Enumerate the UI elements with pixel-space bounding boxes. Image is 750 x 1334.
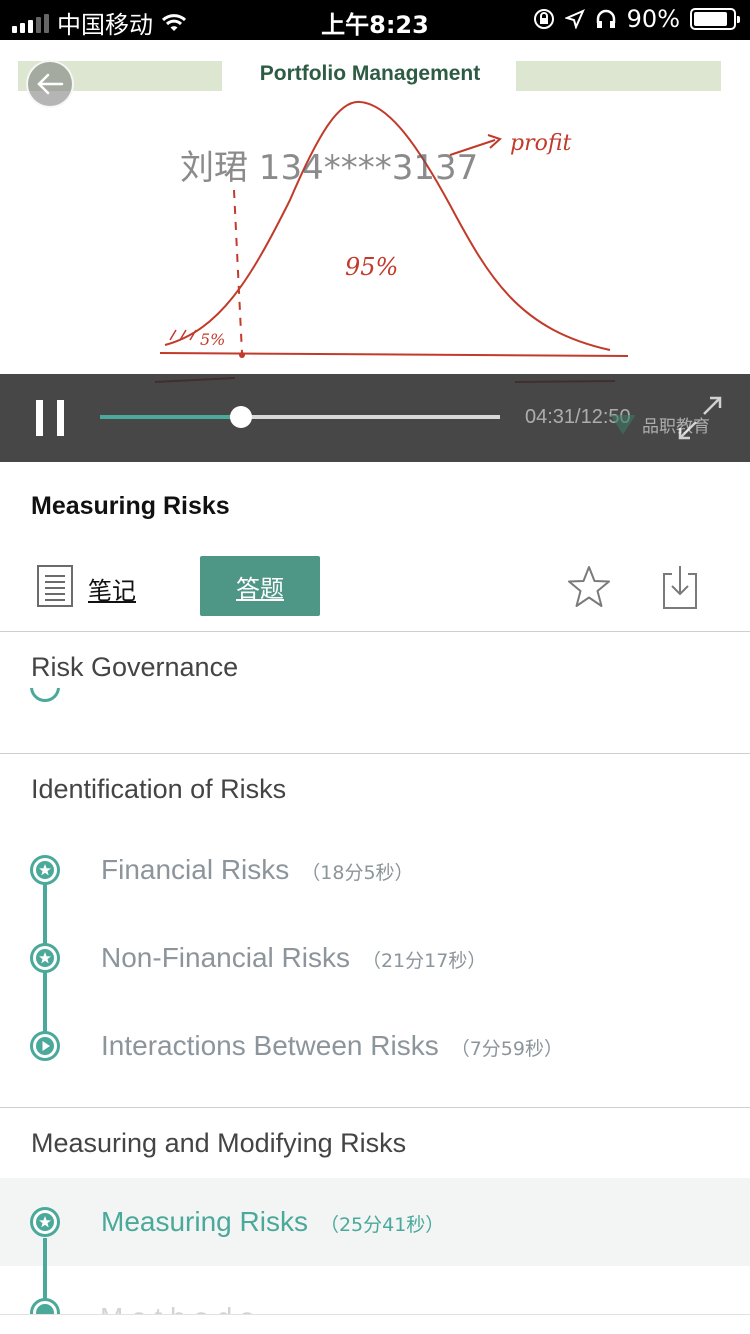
section-title-identification[interactable]: Identification of Risks <box>31 774 286 805</box>
lesson-item-interactions-between-risks[interactable]: Interactions Between Risks （7分59秒） <box>0 1002 750 1090</box>
lesson-label: Financial Risks <box>101 854 290 885</box>
percent-5-annotation: 5% <box>200 330 225 349</box>
quiz-button[interactable]: 答题 <box>200 556 320 616</box>
headphones-icon <box>596 9 615 28</box>
user-watermark: 刘珺 134****3137 <box>180 148 479 188</box>
lesson-label: Non-Financial Risks <box>101 942 350 973</box>
divider <box>0 1107 750 1108</box>
divider <box>0 631 750 632</box>
lesson-title: Measuring Risks <box>31 492 230 520</box>
clipped-lesson-row: . . . . . . . . . . . . . . . . <box>96 694 446 704</box>
location-icon <box>564 9 585 29</box>
play-circle-icon <box>30 1031 60 1061</box>
partial-timeline-dot <box>30 1298 60 1314</box>
lesson-duration: （25分41秒） <box>319 1214 445 1236</box>
timeline-line <box>43 1238 47 1300</box>
partial-timeline-dot <box>30 688 60 704</box>
lesson-label: Interactions Between Risks <box>101 1030 439 1061</box>
back-arrow-icon <box>37 73 64 95</box>
video-player[interactable]: Portfolio Management profit 95% 5% 刘珺 13… <box>0 40 750 462</box>
percent-95-annotation: 95% <box>345 253 398 281</box>
notes-icon[interactable] <box>37 565 73 607</box>
lesson-item-measuring-risks[interactable]: Measuring Risks （25分41秒） <box>0 1178 750 1266</box>
download-icon[interactable] <box>660 562 700 610</box>
lesson-duration: （21分17秒） <box>361 950 487 972</box>
progress-slider[interactable] <box>100 406 500 428</box>
progress-played <box>100 415 241 419</box>
star-circle-icon <box>30 1207 60 1237</box>
video-controls: 04:31/12:50 品职教育 <box>0 374 750 462</box>
notes-button[interactable]: 笔记 <box>88 571 136 606</box>
pause-icon[interactable] <box>36 400 66 436</box>
fullscreen-icon[interactable] <box>676 394 724 442</box>
star-circle-icon <box>30 943 60 973</box>
lesson-duration: （18分5秒） <box>301 862 414 884</box>
lesson-label: Measuring Risks <box>101 1206 308 1237</box>
section-title-measuring-modifying[interactable]: Measuring and Modifying Risks <box>31 1128 406 1159</box>
brand-logo-icon <box>610 414 636 435</box>
clipped-lesson-row: M e t h o d s <box>100 1304 500 1314</box>
lesson-item-financial-risks[interactable]: Financial Risks （18分5秒） <box>0 826 750 914</box>
star-icon[interactable] <box>566 564 612 610</box>
rotation-lock-icon <box>533 9 554 29</box>
back-button[interactable] <box>26 60 74 108</box>
star-circle-icon <box>30 855 60 885</box>
bottom-edge <box>0 1314 750 1315</box>
lesson-duration: （7分59秒） <box>450 1038 563 1060</box>
battery-icon <box>690 8 740 30</box>
progress-knob[interactable] <box>229 406 252 428</box>
divider <box>0 753 750 754</box>
lesson-item-non-financial-risks[interactable]: Non-Financial Risks （21分17秒） <box>0 914 750 1002</box>
battery-percent: 90% <box>626 5 680 33</box>
section-title-risk-governance[interactable]: Risk Governance <box>31 652 238 683</box>
profit-annotation: profit <box>510 131 572 156</box>
status-bar: 中国移动 上午8:23 90% <box>0 0 750 40</box>
lesson-toolbar: 笔记 答题 <box>0 556 750 616</box>
